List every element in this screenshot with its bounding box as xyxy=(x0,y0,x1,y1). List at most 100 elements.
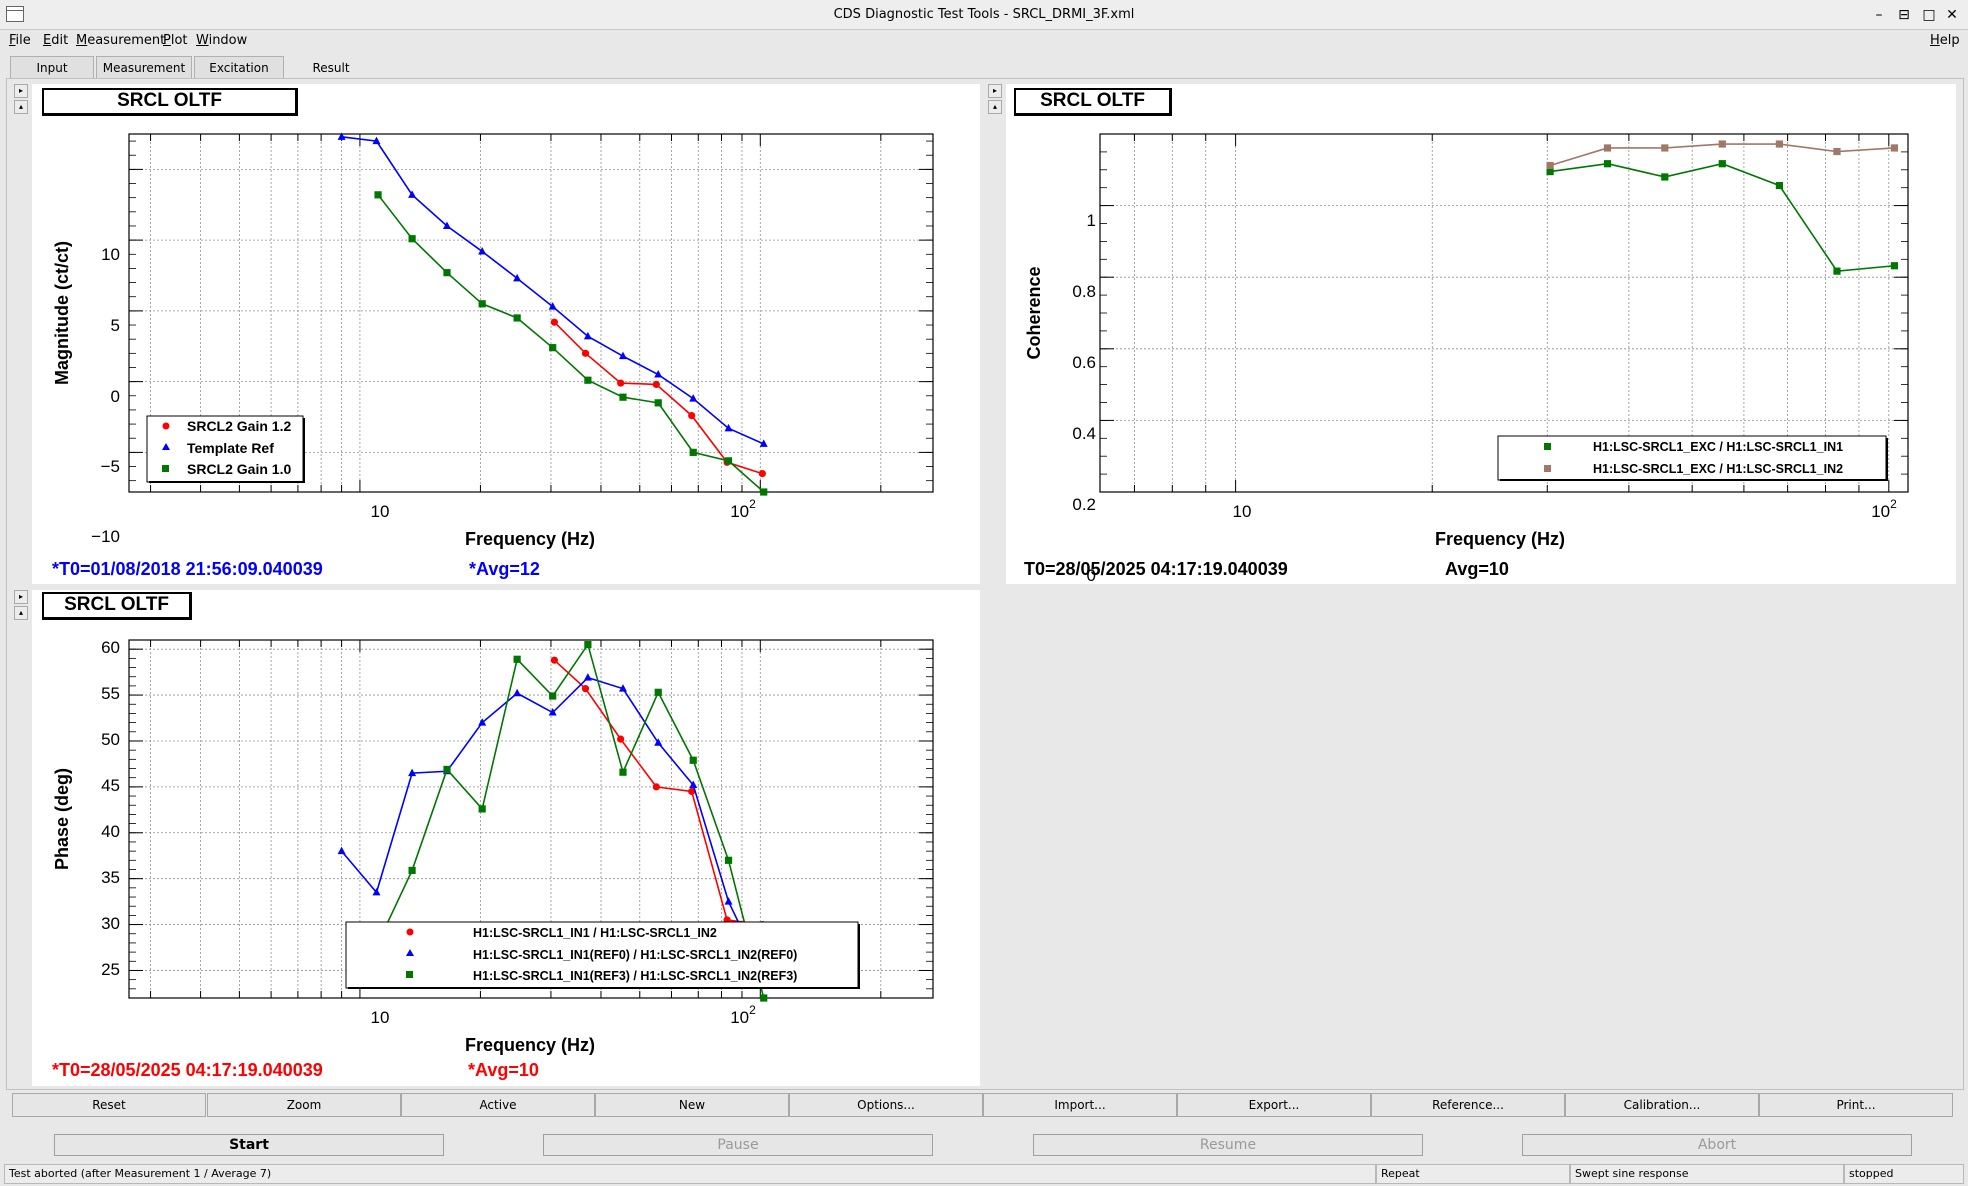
x-tick-label: 10 xyxy=(371,1008,390,1027)
y-tick-label: −10 xyxy=(91,527,120,546)
data-point xyxy=(374,191,382,199)
coherence-plot-pad[interactable]: SRCL OLTF 1 0.8 0.6 0.4 0.2 0 10 102 Fre… xyxy=(1006,84,1956,584)
data-point xyxy=(758,470,766,478)
data-point xyxy=(478,805,486,813)
legend-entry: H1:LSC-SRCL1_IN1(REF3) / H1:LSC-SRCL1_IN… xyxy=(473,969,797,983)
expand-left-icon[interactable]: ▸ xyxy=(988,84,1002,98)
data-point xyxy=(584,640,592,649)
print-button[interactable]: Print... xyxy=(1759,1093,1953,1117)
magnitude-plot-pad[interactable]: SRCL OLTF 10 5 0 −5 −10 10 102 Frequency… xyxy=(32,84,980,584)
data-point xyxy=(654,399,662,407)
menu-measurement[interactable]: Measurement xyxy=(76,33,165,48)
menu-help[interactable]: Help xyxy=(1930,33,1960,48)
x-tick-label: 10 xyxy=(371,502,390,521)
legend-entry: SRCL2 Gain 1.2 xyxy=(187,418,291,434)
zoom-button[interactable]: Zoom xyxy=(207,1093,401,1117)
legend[interactable]: H1:LSC-SRCL1_IN1 / H1:LSC-SRCL1_IN2 H1:L… xyxy=(345,921,860,989)
collapse-up-icon[interactable]: ▴ xyxy=(14,606,28,620)
maximize-icon[interactable]: □ xyxy=(1918,4,1940,26)
data-point xyxy=(443,269,451,277)
legend-entry: SRCL2 Gain 1.0 xyxy=(187,461,291,477)
phase-plot-pad[interactable]: SRCL OLTF 60 55 50 45 40 35 30 25 10 102… xyxy=(32,590,980,1086)
options-button[interactable]: Options... xyxy=(789,1093,983,1117)
expand-left-icon[interactable]: ▸ xyxy=(14,590,28,604)
data-point xyxy=(581,685,590,693)
menu-edit[interactable]: Edit xyxy=(43,33,68,48)
y-axis-label: Phase (deg) xyxy=(52,768,72,870)
legend[interactable]: SRCL2 Gain 1.2 Template Ref SRCL2 Gain 1… xyxy=(146,415,305,483)
legend[interactable]: H1:LSC-SRCL1_EXC / H1:LSC-SRCL1_IN1 H1:L… xyxy=(1497,435,1888,481)
data-point xyxy=(617,735,625,743)
expand-left-icon[interactable]: ▸ xyxy=(14,84,28,98)
data-point xyxy=(724,897,733,905)
data-point xyxy=(443,765,451,774)
tab-measurement[interactable]: Measurement xyxy=(96,56,192,78)
menu-bar: File Edit Measurement Plot Window Help xyxy=(0,30,1968,54)
legend-marker-brown xyxy=(1544,465,1551,472)
y-tick-label: 0.4 xyxy=(1072,424,1096,443)
y-axis-label: Magnitude (ct/ct) xyxy=(52,241,72,385)
phase-chart[interactable]: 60 55 50 45 40 35 30 25 10 102 Frequency… xyxy=(32,590,980,1086)
new-button[interactable]: New xyxy=(595,1093,789,1117)
y-axis-label: Coherence xyxy=(1024,266,1044,359)
restore-icon[interactable]: ⊟ xyxy=(1893,4,1915,26)
status-state: stopped xyxy=(1844,1164,1964,1184)
data-point xyxy=(513,688,522,697)
collapse-up-icon[interactable]: ▴ xyxy=(14,100,28,114)
data-point xyxy=(583,673,592,681)
tab-input[interactable]: Input xyxy=(10,56,94,78)
data-point xyxy=(619,768,627,776)
resume-button[interactable]: Resume xyxy=(1033,1134,1423,1156)
t0-label: *T0=01/08/2018 21:56:09.040039 xyxy=(52,559,323,579)
legend-entry: H1:LSC-SRCL1_EXC / H1:LSC-SRCL1_IN1 xyxy=(1593,440,1843,454)
data-point xyxy=(689,394,698,402)
y-tick-label: 0 xyxy=(111,387,120,406)
pause-button[interactable]: Pause xyxy=(543,1134,933,1156)
avg-label: Avg=10 xyxy=(1445,559,1509,579)
data-point xyxy=(478,300,486,308)
y-tick-label: 30 xyxy=(101,914,120,933)
x-tick-label: 102 xyxy=(730,1003,756,1027)
y-tick-label: −5 xyxy=(101,457,120,476)
active-button[interactable]: Active xyxy=(401,1093,595,1117)
export-button[interactable]: Export... xyxy=(1177,1093,1371,1117)
data-point xyxy=(654,688,662,696)
abort-button[interactable]: Abort xyxy=(1522,1134,1912,1156)
data-point xyxy=(1661,144,1669,152)
reset-button[interactable]: Reset xyxy=(12,1093,206,1117)
start-button[interactable]: Start xyxy=(54,1134,444,1156)
data-point xyxy=(1546,161,1554,170)
y-tick-label: 5 xyxy=(111,316,120,335)
reference-button[interactable]: Reference... xyxy=(1371,1093,1565,1117)
close-icon[interactable]: ✕ xyxy=(1941,4,1963,26)
y-tick-label: 40 xyxy=(101,822,120,841)
y-tick-label: 0.6 xyxy=(1072,353,1096,372)
data-point xyxy=(584,376,592,384)
data-point xyxy=(1603,160,1612,168)
import-button[interactable]: Import... xyxy=(983,1093,1177,1117)
menu-plot[interactable]: Plot xyxy=(163,33,188,48)
legend-marker-red xyxy=(162,422,170,430)
magnitude-chart[interactable]: 10 5 0 −5 −10 10 102 Frequency (Hz) Magn… xyxy=(32,84,980,584)
tab-result[interactable]: Result xyxy=(286,56,376,78)
series-line-red xyxy=(553,321,763,475)
data-point xyxy=(652,783,660,791)
tab-excitation[interactable]: Excitation xyxy=(194,56,284,78)
data-point xyxy=(1890,262,1899,270)
minimize-icon[interactable]: – xyxy=(1868,4,1890,26)
data-point xyxy=(1890,144,1899,152)
data-point xyxy=(1775,140,1784,148)
t0-label: T0=28/05/2025 04:17:19.040039 xyxy=(1024,559,1288,579)
x-axis-label: Frequency (Hz) xyxy=(465,1035,595,1055)
coherence-chart[interactable]: 1 0.8 0.6 0.4 0.2 0 10 102 Frequency (Hz… xyxy=(1006,84,1956,584)
menu-file[interactable]: File xyxy=(9,33,31,48)
collapse-up-icon[interactable]: ▴ xyxy=(988,100,1002,114)
menu-window[interactable]: Window xyxy=(196,33,247,48)
calibration-button[interactable]: Calibration... xyxy=(1565,1093,1759,1117)
series-line-green xyxy=(1549,162,1895,272)
data-point xyxy=(550,318,558,326)
series-line-blue xyxy=(341,136,765,445)
data-point xyxy=(689,448,697,456)
data-point xyxy=(550,656,558,664)
data-point xyxy=(617,379,625,387)
